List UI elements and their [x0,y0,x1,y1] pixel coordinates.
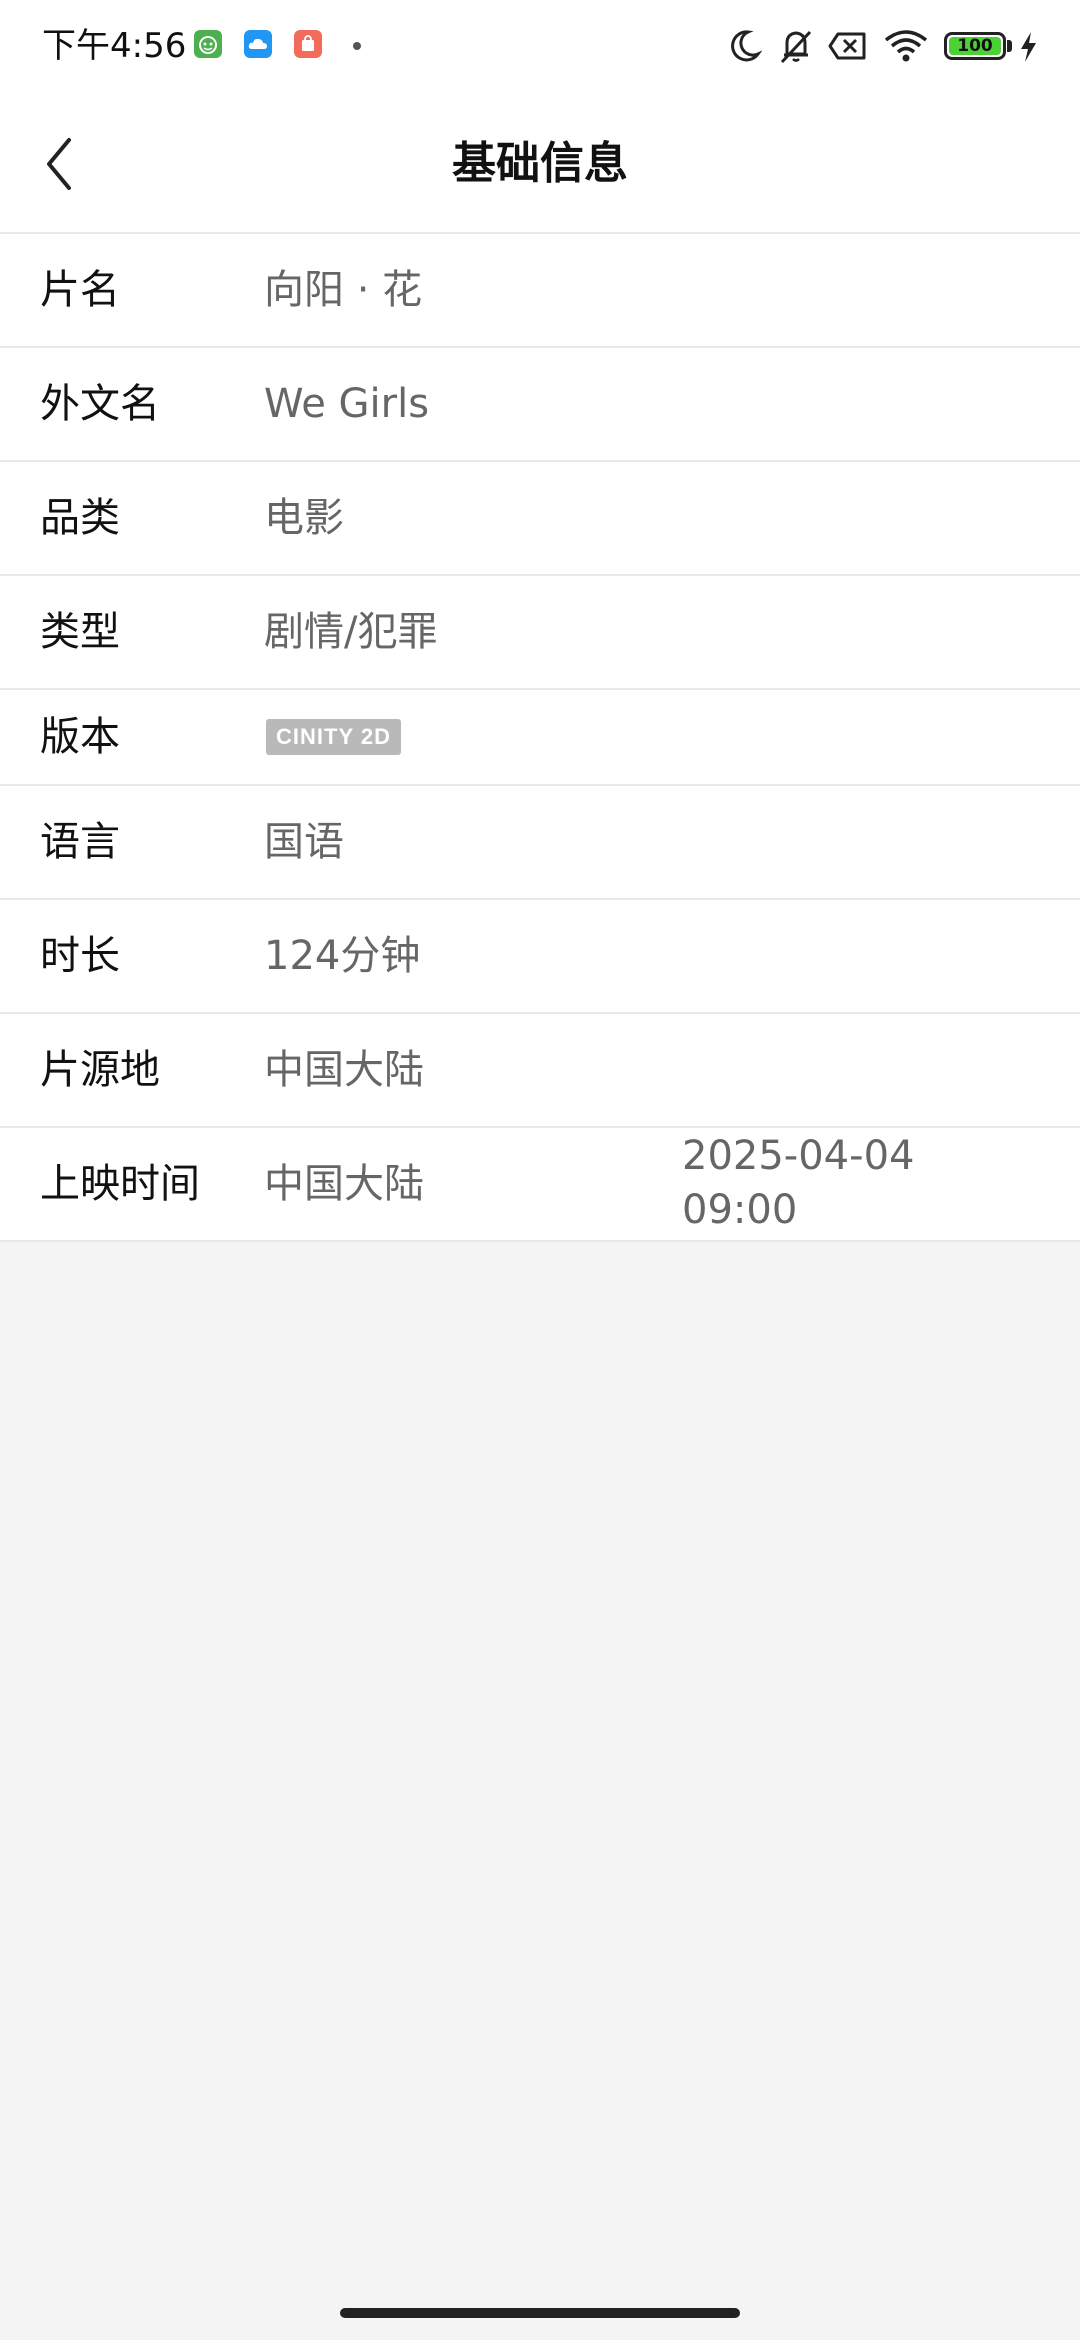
row-value-duration: 124分钟 [264,933,421,979]
info-row-foreign-title: 外文名 We Girls [0,348,1080,462]
info-row-release: 上映时间 中国大陆 2025-04-04 09:00 [0,1128,1080,1242]
android-face-icon [194,30,222,58]
row-label-origin: 片源地 [40,1047,160,1093]
battery-cap [1007,40,1012,52]
info-row-genre: 类型 剧情/犯罪 [0,576,1080,690]
info-row-title: 片名 向阳 · 花 [0,234,1080,348]
row-label-category: 品类 [40,495,120,541]
charging-bolt-icon [1016,24,1040,68]
bell-off-icon [776,24,816,68]
row-value-category: 电影 [264,495,344,541]
row-label-version: 版本 [40,714,120,760]
battery-icon: 100 [944,32,1006,60]
wifi-icon [882,24,930,68]
moon-icon [724,24,764,68]
info-row-origin: 片源地 中国大陆 [0,1014,1080,1128]
info-row-language: 语言 国语 [0,786,1080,900]
info-row-version: 版本 CINITY 2D [0,690,1080,786]
row-label-language: 语言 [40,819,120,865]
row-label-duration: 时长 [40,933,120,979]
row-value-release-region: 中国大陆 [264,1161,424,1207]
basic-info-list: 片名 向阳 · 花 外文名 We Girls 品类 电影 类型 剧情/犯罪 版本… [0,234,1080,1242]
row-label-genre: 类型 [40,609,120,655]
row-label-foreign-title: 外文名 [40,381,160,427]
home-indicator[interactable] [340,2308,740,2318]
cloud-icon [244,30,272,58]
row-value-language: 国语 [264,819,344,865]
row-value-origin: 中国大陆 [264,1047,424,1093]
more-notifications-dot [353,42,361,50]
no-sim-icon [826,24,870,68]
status-time: 下午4:56 [42,26,187,66]
page-title: 基础信息 [452,138,628,189]
row-value-title: 向阳 · 花 [264,267,423,313]
release-date: 2025-04-04 [682,1133,915,1179]
shopping-bag-icon [294,30,322,58]
header: 基础信息 [0,92,1080,234]
format-badge: CINITY 2D [266,719,401,755]
row-value-genre: 剧情/犯罪 [264,609,438,655]
status-bar: 下午4:56 100 [0,0,1080,92]
row-value-foreign-title: We Girls [264,381,430,427]
info-row-duration: 时长 124分钟 [0,900,1080,1014]
release-time: 09:00 [682,1187,798,1233]
row-label-release: 上映时间 [40,1161,200,1207]
info-row-category: 品类 电影 [0,462,1080,576]
row-label-title: 片名 [40,267,120,313]
battery-level: 100 [957,36,993,56]
